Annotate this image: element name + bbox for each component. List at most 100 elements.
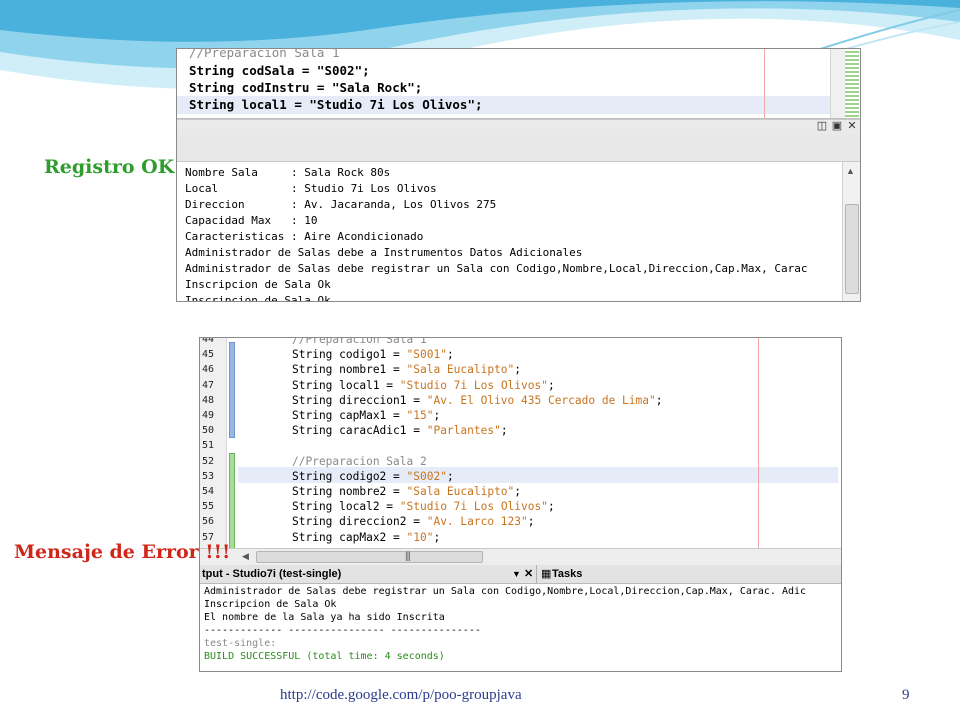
maximize-icon[interactable]: ▣	[831, 120, 843, 132]
code-line: String nombre1 = "Sala Eucalipto";	[292, 362, 521, 377]
code-text: String local2 =	[292, 500, 400, 514]
code-text: ;	[547, 500, 555, 514]
output-toolbar	[177, 135, 860, 162]
line-number: 52	[202, 455, 215, 467]
line-number: 48	[202, 394, 215, 406]
code-string: "Studio 7i Los Olivos"	[399, 378, 548, 392]
scroll-thumb[interactable]	[845, 204, 859, 294]
code-line: //Preparacion Sala 2	[292, 454, 427, 469]
code-string: "Av. El Olivo 435 Cercado de Lima"	[426, 393, 656, 407]
code-text: String local1 =	[292, 378, 400, 392]
code-line: //Preparacion Sala 1	[292, 338, 427, 347]
close-icon[interactable]: ✕	[524, 565, 533, 583]
code-text: String caracAdic1 =	[292, 424, 427, 438]
vertical-scrollbar[interactable]	[830, 49, 845, 118]
code-string: "Av. Larco 123"	[426, 515, 528, 529]
code-text: ;	[446, 469, 454, 483]
output-line: ------------- ---------------- ---------…	[204, 625, 481, 636]
code-text: ;	[433, 409, 441, 422]
scroll-up-icon[interactable]: ▲	[846, 166, 855, 176]
label-registro-ok: Registro OK	[44, 156, 175, 178]
dropdown-icon[interactable]: ▼	[512, 565, 521, 583]
code-string: "Sala Eucalipto"	[406, 363, 515, 377]
output-console-top[interactable]: Nombre Sala : Sala Rock 80s Local : Stud…	[177, 162, 842, 301]
output-line: Inscripcion de Sala Ok	[185, 278, 331, 291]
code-text: ;	[527, 515, 535, 529]
code-line: String capMax1 = "15";	[292, 408, 440, 423]
tasks-icon: ▦	[536, 565, 551, 583]
code-line: String local1 = "Studio 7i Los Olivos";	[292, 378, 555, 393]
page-number: 9	[902, 687, 910, 703]
line-number: 56	[202, 516, 215, 528]
scroll-thumb[interactable]: |||	[256, 551, 483, 563]
code-string: "Sala Eucalipto"	[406, 485, 515, 498]
panel-mensaje-error: 44 45 46 47 48 49 50 51 52 53 54 55 56 57 //Preparaci…	[199, 337, 842, 672]
code-text: ;	[446, 348, 454, 362]
horizontal-scrollbar[interactable]: ◀ |||	[200, 548, 841, 565]
code-line: String direccion2 = "Av. Larco 123";	[292, 514, 535, 529]
code-line: String caracAdic1 = "Parlantes";	[292, 423, 508, 438]
right-margin-line	[764, 49, 765, 118]
code-comment: //Preparacion Sala 2	[292, 454, 427, 468]
grip-icon: |||	[405, 551, 411, 562]
code-line: String local1 = "Studio 7i Los Olivos";	[189, 97, 483, 112]
output-tab-bar: tput - Studio7i (test-single) ▼ ✕ ▦ Task…	[200, 565, 841, 584]
line-number-gutter: 44 45 46 47 48 49 50 51 52 53 54 55 56 57	[200, 338, 227, 548]
line-number: 54	[202, 486, 215, 497]
code-editor-bottom[interactable]: //Preparacion Sala 1 String codigo1 = "S0…	[238, 338, 838, 548]
code-line: String direccion1 = "Av. El Olivo 435 Ce…	[292, 393, 662, 408]
code-text: String capMax1 =	[292, 409, 407, 422]
output-line: Local : Studio 7i Los Olivos	[185, 182, 437, 195]
code-editor-top[interactable]: //Preparacion Sala 1 String codSala = "S…	[177, 49, 830, 118]
fold-marker-sala-1[interactable]	[229, 342, 235, 438]
code-line: String codInstru = "Sala Rock";	[189, 80, 423, 95]
label-mensaje-error: Mensaje de Error !!!	[14, 541, 231, 563]
code-text: ;	[547, 378, 555, 392]
code-text: String codigo2 =	[292, 469, 407, 483]
code-text: String nombre2 =	[292, 485, 407, 498]
footer-url[interactable]: http://code.google.com/p/poo-groupjava	[280, 687, 522, 704]
code-line: String codSala = "S002";	[189, 63, 370, 78]
output-line: test-single:	[204, 638, 277, 649]
tab-output[interactable]: tput - Studio7i (test-single)	[202, 565, 341, 583]
output-line: Administrador de Salas debe registrar un…	[204, 586, 807, 597]
output-line: Capacidad Max : 10	[185, 214, 318, 227]
output-vertical-scrollbar[interactable]: ▲	[842, 162, 860, 301]
code-text: String capMax2 =	[292, 530, 407, 544]
line-number: 55	[202, 501, 215, 513]
restore-icon[interactable]: ◫	[816, 120, 828, 132]
code-text: ;	[514, 363, 522, 377]
output-line: BUILD SUCCESSFUL (total time: 4 seconds)	[204, 651, 445, 662]
line-number: 50	[202, 425, 215, 437]
close-icon[interactable]: ✕	[846, 120, 858, 132]
line-number: 53	[202, 470, 215, 482]
output-line: El nombre de la Sala ya ha sido Inscrita	[204, 612, 445, 623]
window-bar: ▣ ✕ ◫	[177, 118, 860, 136]
output-line: Administrador de Salas debe a Instrument…	[185, 246, 583, 259]
code-string: "Parlantes"	[426, 424, 501, 438]
code-string: "10"	[406, 530, 434, 544]
output-line: Inscripcion de Sala Ok	[185, 294, 331, 301]
horizontal-scrollbar[interactable]	[177, 119, 860, 120]
code-text: ;	[655, 393, 663, 407]
output-line: Direccion : Av. Jacaranda, Los Olivos 27…	[185, 198, 497, 211]
code-line: String codigo1 = "S001";	[292, 347, 454, 362]
code-line: //Preparacion Sala 1	[189, 49, 340, 60]
output-line: Administrador de Salas debe registrar un…	[185, 262, 808, 275]
line-number: 44	[202, 337, 215, 345]
tab-tasks[interactable]: Tasks	[552, 565, 582, 583]
fold-marker-sala-2[interactable]	[229, 453, 235, 550]
code-line: String nombre2 = "Sala Eucalipto";	[292, 484, 521, 499]
code-text: ;	[514, 485, 522, 498]
code-line: String codigo2 = "S002";	[292, 469, 454, 484]
scroll-left-icon[interactable]: ◀	[242, 551, 249, 562]
output-line: Caracteristicas : Aire Acondicionado	[185, 230, 424, 243]
panel-registro-ok: //Preparacion Sala 1 String codSala = "S…	[176, 48, 861, 302]
line-number: 45	[202, 349, 215, 361]
output-console-bottom[interactable]: Administrador de Salas debe registrar un…	[200, 584, 841, 671]
code-comment: //Preparacion Sala 1	[292, 338, 427, 346]
code-text: String direccion1 =	[292, 393, 427, 407]
code-text: String direccion2 =	[292, 515, 427, 529]
code-string: "S002"	[406, 469, 447, 483]
code-string: "Studio 7i Los Olivos"	[399, 500, 548, 514]
